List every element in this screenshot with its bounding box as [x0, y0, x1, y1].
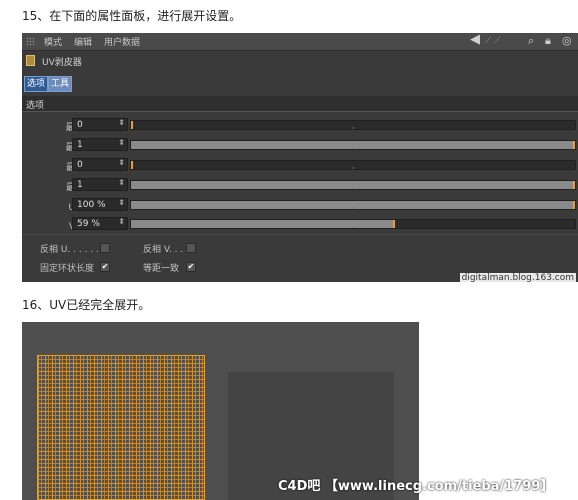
param-field[interactable]: 0 ⬍ — [72, 158, 128, 171]
param-value: 0 — [77, 160, 83, 170]
tab-options[interactable]: 选项 — [24, 76, 49, 92]
checkbox-label-invert-u: 反相 U. . . . . . — [40, 245, 99, 255]
param-value: 1 — [77, 180, 83, 190]
checkbox-area: 反相 U. . . . . . 反相 V. . . 固定环状长度 ✔ 等距一致 … — [22, 234, 578, 282]
param-row-min-v: 最小 V 0⬍ — [22, 157, 578, 173]
search-icon[interactable]: ⌕ — [528, 34, 534, 48]
grip-icon[interactable] — [26, 37, 35, 46]
uv-editor-view: C4D吧 【www.linecg.com/tieba/1799】 — [22, 322, 553, 500]
menu-bar: 模式 编辑 用户数据 ◀ ⟋ ⟋ ⌕ 🔒︎ ◎ — [22, 33, 578, 51]
blog-watermark: digitalman.blog.163.com — [459, 273, 576, 282]
param-slider[interactable] — [130, 200, 576, 210]
menu-edit[interactable]: 编辑 — [74, 35, 92, 48]
attribute-panel: 模式 编辑 用户数据 ◀ ⟋ ⟋ ⌕ 🔒︎ ◎ UV剥皮器 选项 工具 选项 最… — [22, 33, 578, 282]
arrow-tail-icon: ⟋ ⟋ — [485, 36, 501, 46]
param-slider[interactable] — [130, 180, 576, 190]
param-slider[interactable] — [130, 219, 576, 229]
param-field[interactable]: 1 ⬍ — [72, 138, 128, 151]
uv-peeler-icon — [26, 55, 35, 66]
slider-mid-tick — [353, 226, 354, 228]
stepper-arrows-icon[interactable]: ⬍ — [118, 118, 125, 127]
slider-mid-tick — [353, 207, 354, 209]
stepper-arrows-icon[interactable]: ⬍ — [118, 158, 125, 167]
slider-knob[interactable] — [131, 121, 133, 129]
site-watermark: C4D吧 【www.linecg.com/tieba/1799】 — [278, 479, 554, 494]
tab-tools[interactable]: 工具 — [48, 76, 73, 92]
param-value: 1 — [77, 140, 83, 150]
param-field[interactable]: 59 % ⬍ — [72, 217, 128, 230]
lock-icon[interactable]: 🔒︎ — [545, 34, 551, 48]
slider-knob[interactable] — [573, 181, 575, 189]
param-value: 59 % — [77, 219, 100, 229]
target-icon[interactable]: ◎ — [562, 34, 572, 47]
param-slider[interactable] — [130, 140, 576, 150]
checkbox-invert-v[interactable] — [186, 243, 196, 253]
stepper-arrows-icon[interactable]: ⬍ — [118, 138, 125, 147]
param-value: 0 — [77, 120, 83, 130]
slider-mid-tick — [353, 127, 354, 129]
menu-user-data[interactable]: 用户数据 — [104, 35, 140, 48]
step-16-caption: 16、UV已经完全展开。 — [22, 298, 151, 312]
param-row-max-u: 最大 U 1⬍ — [22, 137, 578, 153]
object-title-row: UV剥皮器 — [22, 51, 578, 70]
step-15-caption: 15、在下面的属性面板，进行展开设置。 — [22, 9, 242, 23]
menu-mode[interactable]: 模式 — [44, 35, 62, 48]
param-slider[interactable] — [130, 120, 576, 130]
param-field[interactable]: 100 % ⬍ — [72, 198, 128, 211]
param-row-max-v: 最大 V 1⬍ — [22, 177, 578, 193]
slider-mid-tick — [353, 147, 354, 149]
param-slider[interactable] — [130, 160, 576, 170]
param-row-v-uniform: V一致 59 %⬍ — [22, 216, 578, 232]
checkbox-label-equidistant: 等距一致 — [143, 264, 180, 274]
checkbox-label-invert-v: 反相 V. . . — [143, 245, 184, 255]
section-title: 选项 — [26, 101, 45, 111]
slider-knob[interactable] — [131, 161, 133, 169]
param-field[interactable]: 1 ⬍ — [72, 178, 128, 191]
checkbox-invert-u[interactable] — [100, 243, 110, 253]
stepper-arrows-icon[interactable]: ⬍ — [118, 198, 125, 207]
checkbox-label-fix-loop-length: 固定环状长度 — [40, 264, 95, 274]
param-row-u-uniform: U一致 100 %⬍ — [22, 197, 578, 213]
stepper-arrows-icon[interactable]: ⬍ — [118, 217, 125, 226]
slider-knob[interactable] — [573, 141, 575, 149]
section-header[interactable]: 选项 — [22, 96, 578, 112]
uv-mesh-grid — [37, 355, 205, 500]
object-title: UV剥皮器 — [42, 58, 82, 68]
slider-mid-tick — [353, 167, 354, 169]
checkbox-equidistant[interactable]: ✔ — [186, 262, 196, 272]
slider-mid-tick — [353, 187, 354, 189]
stepper-arrows-icon[interactable]: ⬍ — [118, 178, 125, 187]
slider-knob[interactable] — [392, 220, 395, 228]
slider-knob[interactable] — [573, 201, 575, 209]
param-field[interactable]: 0 ⬍ — [72, 118, 128, 131]
param-row-min-u: 最小 U 0⬍ — [22, 117, 578, 133]
cursor-arrow-icon[interactable]: ◀ — [470, 33, 480, 47]
param-value: 100 % — [77, 200, 106, 210]
checkbox-fix-loop-length[interactable]: ✔ — [100, 262, 110, 272]
